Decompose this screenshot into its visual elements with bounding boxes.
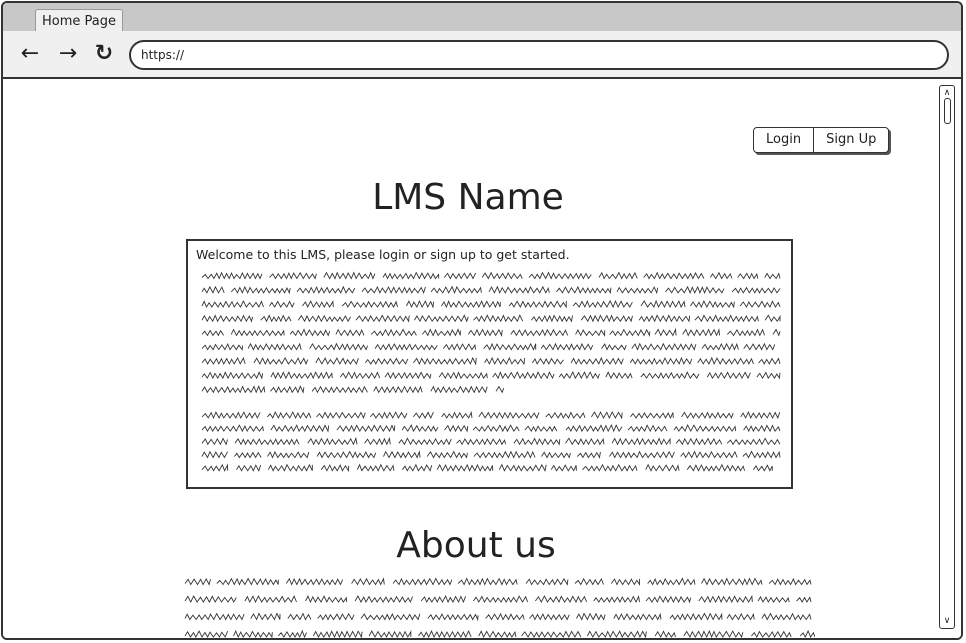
scribble-line [201, 410, 781, 420]
scribble-line [201, 342, 776, 351]
placeholder-text-block-2 [200, 409, 784, 475]
scribble-line [201, 463, 773, 473]
scribble-line [184, 577, 812, 587]
browser-toolbar: ← → ↻ https:// [3, 31, 961, 79]
scribble-line [201, 314, 781, 323]
scribble-line [201, 271, 781, 280]
scribble-line [201, 327, 781, 337]
scroll-down-icon[interactable]: ∨ [940, 615, 954, 627]
welcome-panel: Welcome to this LMS, please login or sig… [186, 239, 793, 489]
vertical-scrollbar[interactable]: ∧ ∨ [939, 85, 955, 629]
reload-icon[interactable]: ↻ [91, 41, 117, 67]
about-placeholder-text [183, 573, 815, 638]
scribble-line [201, 385, 505, 394]
scroll-thumb[interactable] [944, 98, 951, 124]
page-title: LMS Name [372, 177, 564, 218]
arrow-left-icon[interactable]: ← [17, 41, 43, 67]
page-viewport: Login Sign Up LMS Name Welcome to this L… [3, 79, 961, 638]
signup-button[interactable]: Sign Up [813, 128, 889, 152]
welcome-text: Welcome to this LMS, please login or sig… [196, 247, 570, 262]
scribble-line [184, 629, 815, 638]
scribble-line [201, 356, 781, 366]
login-button[interactable]: Login [754, 128, 814, 152]
placeholder-text-block-1 [200, 269, 784, 397]
url-input[interactable]: https:// [129, 40, 949, 70]
scribble-line [184, 612, 812, 622]
scribble-line [201, 436, 781, 446]
arrow-right-icon[interactable]: → [55, 41, 81, 67]
scribble-line [201, 450, 781, 459]
browser-window: Home Page ← → ↻ https:// Login Sign Up L… [1, 1, 963, 640]
scribble-line [201, 424, 781, 433]
scribble-line [184, 594, 812, 604]
tab-bar: Home Page [3, 3, 961, 33]
scribble-line [201, 371, 781, 380]
about-heading: About us [396, 525, 556, 566]
scribble-line [201, 285, 781, 295]
scribble-line [201, 299, 781, 309]
auth-button-group: Login Sign Up [753, 127, 890, 153]
tab-home-page[interactable]: Home Page [35, 9, 123, 33]
